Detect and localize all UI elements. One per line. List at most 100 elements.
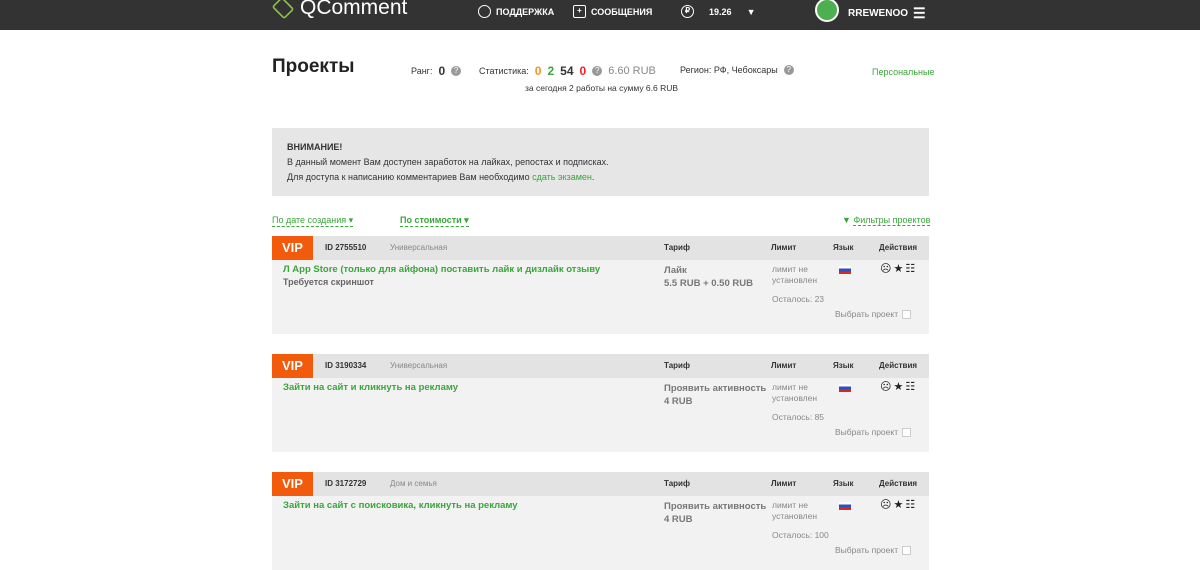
- actions: ☹★☷: [880, 498, 917, 511]
- rank-label: Ранг:: [411, 66, 433, 76]
- avatar[interactable]: [815, 0, 839, 22]
- vip-badge: VIP: [272, 354, 313, 378]
- col-actions: Действия: [879, 361, 918, 370]
- logo-icon: [271, 0, 295, 20]
- support-link[interactable]: ПОДДЕРЖКА: [478, 5, 554, 18]
- project-header: VIP ID 2755510 Универсальная Тариф Лимит…: [272, 236, 929, 260]
- user-menu[interactable]: RREWENOO ☰: [848, 5, 926, 22]
- balance-dropdown[interactable]: ₽ 19.26 ▼: [681, 5, 755, 18]
- notice-title: ВНИМАНИЕ!: [287, 142, 343, 152]
- actions: ☹★☷: [880, 262, 917, 275]
- notice-box: ВНИМАНИЕ! В данный момент Вам доступен з…: [272, 128, 929, 196]
- menu-icon: ☰: [913, 5, 926, 21]
- lifebuoy-icon: [478, 5, 491, 18]
- stats-label: Статистика:: [479, 66, 529, 76]
- tariff-price: 5.5 RUB + 0.50 RUB: [664, 278, 753, 289]
- project-card: VIP ID 3190334 Универсальная Тариф Лимит…: [272, 354, 929, 452]
- stat-value: 2: [547, 64, 555, 78]
- support-label: ПОДДЕРЖКА: [496, 6, 555, 17]
- top-bar: QComment ПОДДЕРЖКА + СООБЩЕНИЯ ₽ 19.26 ▼ …: [0, 0, 1200, 30]
- stats-sum: 6.60 RUB: [608, 65, 656, 77]
- tariff-name: Лайк: [664, 265, 687, 276]
- tariff-price: 4 RUB: [664, 396, 693, 407]
- col-lang: Язык: [833, 243, 854, 252]
- select-checkbox[interactable]: [902, 309, 912, 319]
- col-lang: Язык: [833, 361, 854, 370]
- stat-value: 54: [560, 64, 574, 78]
- project-card: VIP ID 3172729 Дом и семья Тариф Лимит Я…: [272, 472, 929, 570]
- help-icon[interactable]: ?: [783, 65, 794, 75]
- select-label: Выбрать проект: [835, 545, 899, 555]
- project-title[interactable]: Зайти на сайт и кликнуть на рекламу: [283, 382, 458, 393]
- list-icon[interactable]: ☷: [905, 263, 917, 275]
- select-label: Выбрать проект: [835, 309, 899, 319]
- region-text: Регион: РФ, Чебоксары: [680, 65, 778, 75]
- project-header: VIP ID 3190334 Универсальная Тариф Лимит…: [272, 354, 929, 378]
- chevron-down-icon: ▼: [746, 6, 756, 17]
- help-icon[interactable]: ?: [592, 66, 603, 76]
- select-project[interactable]: Выбрать проект: [835, 427, 912, 437]
- username: RREWENOO: [848, 8, 908, 19]
- col-tariff: Тариф: [664, 243, 690, 252]
- project-id: ID 3190334: [325, 361, 367, 370]
- select-label: Выбрать проект: [835, 427, 899, 437]
- tariff: Лайк 5.5 RUB + 0.50 RUB: [664, 264, 753, 290]
- sort-label: По стоимости: [400, 215, 462, 225]
- notice-punct: .: [591, 172, 595, 182]
- tariff-name: Проявить активность: [664, 383, 767, 394]
- balance-value: 19.26: [709, 6, 732, 17]
- col-lang: Язык: [833, 479, 854, 488]
- col-limit: Лимит: [771, 479, 797, 488]
- messages-label: СООБЩЕНИЯ: [591, 6, 653, 17]
- remaining: Осталось: 100: [772, 530, 829, 540]
- exam-link[interactable]: сдать экзамен: [532, 172, 592, 182]
- messages-link[interactable]: + СООБЩЕНИЯ: [573, 5, 652, 18]
- help-icon[interactable]: ?: [451, 66, 462, 76]
- russia-flag-icon: [839, 266, 851, 274]
- project-category: Дом и семья: [390, 479, 437, 488]
- today-summary: за сегодня 2 работы на сумму 6.6 RUB: [525, 83, 679, 93]
- star-icon[interactable]: ★: [893, 499, 905, 511]
- sort-label: По дате создания: [272, 215, 347, 225]
- dislike-icon[interactable]: ☹: [880, 263, 893, 275]
- russia-flag-icon: [839, 384, 851, 392]
- remaining: Осталось: 85: [772, 412, 825, 422]
- dislike-icon[interactable]: ☹: [880, 499, 893, 511]
- filters-label: Фильтры проектов: [853, 215, 931, 226]
- filter-icon: ▼: [842, 215, 851, 225]
- limit: лимит не установлен: [772, 264, 818, 285]
- project-title[interactable]: Зайти на сайт с поисковика, кликнуть на …: [283, 500, 518, 511]
- col-actions: Действия: [879, 243, 918, 252]
- col-tariff: Тариф: [664, 479, 690, 488]
- project-category: Универсальная: [390, 243, 448, 252]
- stat-value: 0: [579, 64, 587, 78]
- project-header: VIP ID 3172729 Дом и семья Тариф Лимит Я…: [272, 472, 929, 496]
- list-icon[interactable]: ☷: [905, 381, 917, 393]
- list-icon[interactable]: ☷: [905, 499, 917, 511]
- logo[interactable]: QComment: [271, 0, 408, 20]
- vip-badge: VIP: [272, 236, 313, 260]
- rank: Ранг: 0?: [411, 64, 462, 78]
- dislike-icon[interactable]: ☹: [880, 381, 893, 393]
- project-card: VIP ID 2755510 Универсальная Тариф Лимит…: [272, 236, 929, 334]
- vip-badge: VIP: [272, 472, 313, 496]
- actions: ☹★☷: [880, 380, 917, 393]
- notice-line: В данный момент Вам доступен заработок н…: [287, 157, 609, 167]
- select-checkbox[interactable]: [902, 545, 912, 555]
- sort-by-cost[interactable]: По стоимости ▾: [400, 215, 469, 227]
- logo-text: QComment: [300, 0, 408, 19]
- limit: лимит не установлен: [772, 500, 818, 521]
- select-checkbox[interactable]: [902, 427, 912, 437]
- tariff-price: 4 RUB: [664, 514, 693, 525]
- limit: лимит не установлен: [772, 382, 818, 403]
- sort-by-date[interactable]: По дате создания ▾: [272, 215, 354, 227]
- tariff: Проявить активность 4 RUB: [664, 500, 766, 526]
- col-tariff: Тариф: [664, 361, 690, 370]
- star-icon[interactable]: ★: [893, 381, 905, 393]
- select-project[interactable]: Выбрать проект: [835, 545, 912, 555]
- project-title[interactable]: Л App Store (только для айфона) поставит…: [283, 264, 600, 275]
- filters-link[interactable]: ▼ Фильтры проектов: [842, 215, 931, 226]
- select-project[interactable]: Выбрать проект: [835, 309, 912, 319]
- personal-link[interactable]: Персональные: [872, 67, 934, 77]
- star-icon[interactable]: ★: [893, 263, 905, 275]
